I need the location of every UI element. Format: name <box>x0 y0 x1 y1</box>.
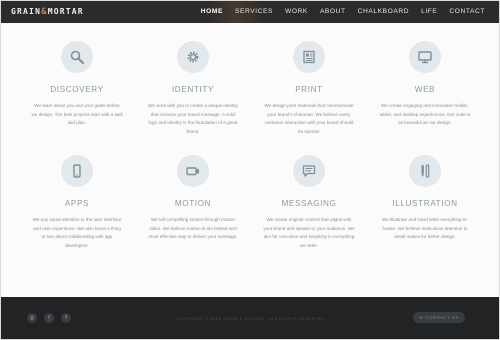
monitor-icon <box>409 41 441 73</box>
brush-icon <box>409 154 441 187</box>
contact-us-button[interactable]: ✉ CONTACT US <box>413 312 465 323</box>
service-description: We create engaging and innovative mobile… <box>379 103 471 126</box>
service-identity: IDENTITY We work with you to create a un… <box>135 41 251 137</box>
logo-word-grain: GRAIN <box>11 7 42 16</box>
service-title: APPS <box>64 198 90 208</box>
services-grid: DISCOVERY We learn about you and your go… <box>19 41 483 251</box>
service-title: IDENTITY <box>171 85 215 94</box>
service-description: We tell compelling stories through motio… <box>148 216 238 240</box>
service-description: We pay equal attention to the user inter… <box>32 216 122 249</box>
service-print: PRINT We design print materials that com… <box>251 41 367 137</box>
service-description: We learn about you and your goals before… <box>31 103 123 126</box>
logo-word-mortar: MORTAR <box>47 7 84 16</box>
service-messaging: MESSAGING We create original content tha… <box>251 154 367 251</box>
gear-icon <box>177 41 209 73</box>
service-title: MOTION <box>174 198 212 208</box>
nav-work[interactable]: WORK <box>279 1 314 23</box>
top-navigation-bar: GRAIN&MORTAR HOME SERVICES WORK ABOUT CH… <box>1 1 499 23</box>
site-logo[interactable]: GRAIN&MORTAR <box>11 7 84 17</box>
service-title: MESSAGING <box>281 198 337 208</box>
contact-us-label: CONTACT US <box>425 315 460 320</box>
service-discovery: DISCOVERY We learn about you and your go… <box>19 41 135 137</box>
nav-chalkboard[interactable]: CHALKBOARD <box>352 1 415 23</box>
service-apps: APPS We pay equal attention to the user … <box>19 154 135 251</box>
service-title: DISCOVERY <box>50 85 104 94</box>
service-description: We illustrate and hand letter everything… <box>382 216 468 240</box>
service-title: WEB <box>414 85 436 94</box>
service-title: PRINT <box>295 85 323 94</box>
service-description: We create original content that aligns w… <box>263 216 355 249</box>
camera-icon <box>177 154 209 187</box>
main-nav: HOME SERVICES WORK ABOUT CHALKBOARD LIFE… <box>195 1 491 23</box>
service-description: We design print materials that communica… <box>264 103 354 135</box>
nav-contact[interactable]: CONTACT <box>443 1 491 23</box>
logo-ampersand: & <box>41 7 48 17</box>
footer: ◎ t f COPYRIGHT © 2014 GRAIN & MORTAR · … <box>1 297 499 339</box>
nav-home[interactable]: HOME <box>195 1 229 23</box>
service-motion: MOTION We tell compelling stories throug… <box>135 154 251 251</box>
phone-icon <box>61 154 93 187</box>
service-description: We work with you to create a unique iden… <box>148 103 238 135</box>
service-illustration: ILLUSTRATION We illustrate and hand lett… <box>367 154 483 251</box>
nav-services[interactable]: SERVICES <box>229 1 279 23</box>
nav-about[interactable]: ABOUT <box>314 1 352 23</box>
nav-life[interactable]: LIFE <box>415 1 443 23</box>
service-title: ILLUSTRATION <box>392 198 458 208</box>
speech-bubble-icon <box>293 154 325 187</box>
service-web: WEB We create engaging and innovative mo… <box>367 41 483 137</box>
newspaper-icon <box>293 41 325 73</box>
magnifier-icon <box>61 41 93 73</box>
page: GRAIN&MORTAR HOME SERVICES WORK ABOUT CH… <box>0 0 500 340</box>
mail-icon: ✉ <box>418 314 424 320</box>
